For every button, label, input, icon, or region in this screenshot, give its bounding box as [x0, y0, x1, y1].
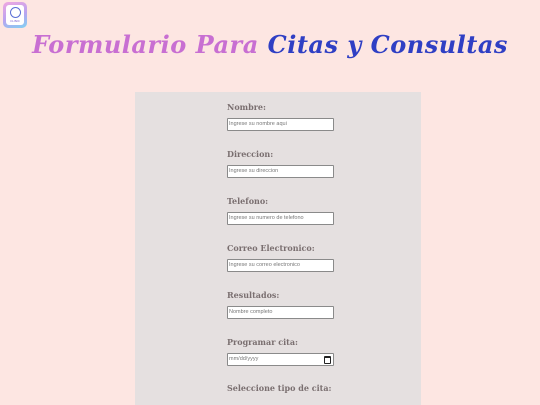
- date-placeholder: mm/dd/yyyy: [229, 356, 259, 362]
- field-resultados: Resultados: Nombre completo: [227, 290, 334, 319]
- tipo-cita-label: Seleccione tipo de cita:: [227, 383, 332, 393]
- clinic-logo-icon[interactable]: CLINIC: [3, 2, 27, 28]
- correo-input[interactable]: Ingrese su correo electronico: [227, 259, 334, 272]
- title-part-1: Formulario Para: [32, 30, 259, 59]
- page: CLINIC Formulario Para Citas y Consultas…: [0, 0, 540, 405]
- title-part-2: Citas y Consultas: [267, 30, 508, 59]
- programar-cita-label: Programar cita:: [227, 337, 298, 347]
- resultados-label: Resultados:: [227, 290, 280, 300]
- telefono-label: Telefono:: [227, 196, 269, 206]
- field-tipo-cita: Seleccione tipo de cita:: [227, 383, 331, 399]
- nombre-input[interactable]: Ingrese su nombre aqui: [227, 118, 334, 131]
- direccion-input[interactable]: Ingrese su direccion: [227, 165, 334, 178]
- direccion-label: Direccion:: [227, 149, 274, 159]
- field-correo: Correo Electronico: Ingrese su correo el…: [227, 243, 334, 272]
- field-nombre: Nombre: Ingrese su nombre aqui: [227, 102, 334, 131]
- field-direccion: Direccion: Ingrese su direccion: [227, 149, 334, 178]
- date-input[interactable]: mm/dd/yyyy: [227, 353, 334, 366]
- field-programar-cita: Programar cita: mm/dd/yyyy: [227, 337, 334, 366]
- telefono-input[interactable]: Ingrese su numero de telefono: [227, 212, 334, 225]
- correo-label: Correo Electronico:: [227, 243, 315, 253]
- calendar-icon[interactable]: [324, 356, 331, 364]
- logo-circle-icon: [10, 7, 21, 18]
- logo-text: CLINIC: [10, 19, 20, 23]
- resultados-input[interactable]: Nombre completo: [227, 306, 334, 319]
- page-title: Formulario Para Citas y Consultas: [0, 30, 540, 59]
- nombre-label: Nombre:: [227, 102, 266, 112]
- field-telefono: Telefono: Ingrese su numero de telefono: [227, 196, 334, 225]
- form-panel: Nombre: Ingrese su nombre aqui Direccion…: [135, 92, 421, 405]
